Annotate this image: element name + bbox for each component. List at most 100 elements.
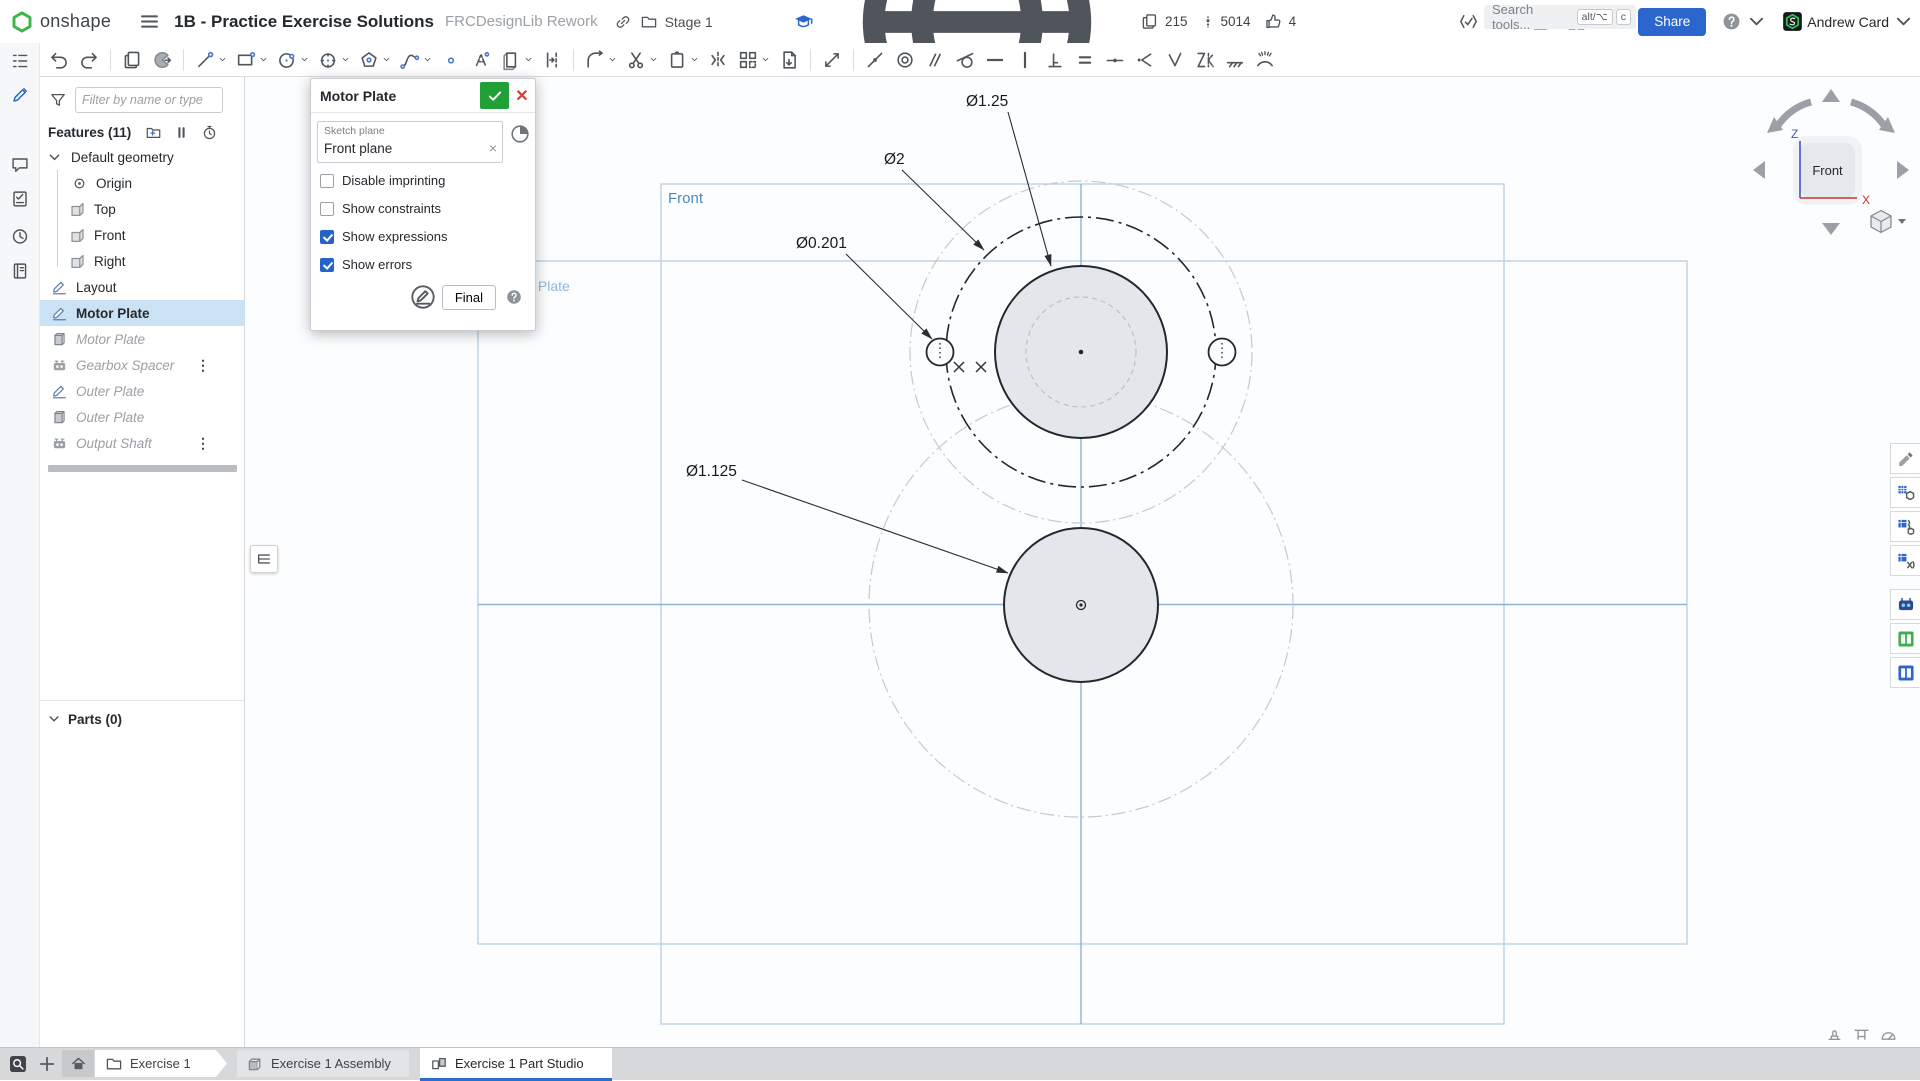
- isometric-view-button[interactable]: [1871, 211, 1906, 233]
- option-row[interactable]: Show constraints: [320, 201, 529, 216]
- perpendicular-constraint[interactable]: [1042, 46, 1068, 74]
- origin-point[interactable]: [1079, 603, 1082, 606]
- feature-row-outer-plate-sketch[interactable]: Outer Plate: [40, 378, 245, 404]
- search-tools-input[interactable]: Search tools... alt/⌥ c: [1484, 5, 1636, 29]
- chevron-down-icon[interactable]: [608, 55, 617, 64]
- bom-table-tab[interactable]: [1890, 477, 1920, 508]
- chevron-down-icon[interactable]: [649, 55, 658, 64]
- curve-pattern-constraint[interactable]: [1192, 46, 1218, 74]
- tab-exercise-1-assembly[interactable]: Exercise 1 Assembly: [237, 1050, 409, 1077]
- tasks-panel-icon[interactable]: [10, 189, 30, 209]
- mirror-tool[interactable]: [705, 46, 731, 74]
- offset-tool[interactable]: [539, 46, 565, 74]
- feature-row-outer-plate-extrude[interactable]: Outer Plate: [40, 404, 245, 430]
- chevron-down-icon[interactable]: [524, 55, 533, 64]
- chevron-down-icon[interactable]: [341, 55, 350, 64]
- text-tool[interactable]: [468, 46, 494, 74]
- checkbox[interactable]: [320, 174, 334, 188]
- checkbox[interactable]: [320, 230, 334, 244]
- horizontal-constraint[interactable]: [982, 46, 1008, 74]
- rotate-left-arrow[interactable]: [1753, 161, 1765, 179]
- notebook-panel-icon[interactable]: [10, 261, 30, 281]
- suppress-icon[interactable]: [173, 124, 190, 141]
- top-center-point[interactable]: [1079, 350, 1084, 355]
- home-tab[interactable]: [62, 1050, 94, 1077]
- fillet-tool[interactable]: [582, 46, 619, 74]
- link-icon[interactable]: [614, 13, 632, 31]
- configurations-tab[interactable]: [1890, 511, 1920, 542]
- cancel-button[interactable]: ✕: [509, 82, 535, 109]
- green-notebook-tab[interactable]: [1890, 623, 1920, 654]
- pierce-constraint[interactable]: [1252, 46, 1278, 74]
- sketch-preview-button[interactable]: [410, 284, 436, 310]
- parts-section-header[interactable]: Parts (0): [40, 706, 245, 732]
- rectangle-tool[interactable]: [233, 46, 270, 74]
- feature-row-default-geometry[interactable]: Default geometry: [40, 144, 245, 170]
- feature-row-top[interactable]: Top: [40, 196, 245, 222]
- flyout-toggle-button[interactable]: [250, 545, 278, 573]
- point-marker-x2[interactable]: [976, 362, 986, 372]
- feature-row-output-shaft[interactable]: Output Shaft ⋮: [40, 430, 245, 456]
- tangent-constraint[interactable]: [952, 46, 978, 74]
- dimension-boss[interactable]: Ø1.25: [966, 93, 1008, 110]
- feature-dots-icon[interactable]: ⋮: [196, 357, 209, 374]
- insert-image-button[interactable]: [149, 46, 175, 74]
- caliper-measure-icon[interactable]: [1852, 1025, 1871, 1044]
- construction-toggle[interactable]: [819, 46, 845, 74]
- redo-button[interactable]: [76, 46, 102, 74]
- feature-row-motor-plate-sketch[interactable]: Motor Plate: [40, 300, 245, 326]
- sketch-plane-field[interactable]: Sketch plane Front plane ×: [317, 121, 503, 163]
- equal-constraint[interactable]: [1072, 46, 1098, 74]
- mass-properties-icon[interactable]: [1825, 1025, 1844, 1044]
- dimension-shaft[interactable]: Ø1.125: [686, 463, 737, 480]
- dimension-hole[interactable]: Ø0.201: [796, 235, 847, 252]
- feature-dots-icon[interactable]: ⋮: [196, 435, 209, 452]
- transform-tool[interactable]: [664, 46, 701, 74]
- insert-panel-icon[interactable]: [10, 85, 30, 105]
- share-button[interactable]: Share: [1638, 8, 1706, 36]
- help-icon[interactable]: [505, 288, 523, 306]
- rotate-ccw-arrow[interactable]: [1777, 102, 1811, 127]
- user-menu[interactable]: Andrew Card: [1782, 11, 1914, 32]
- featurescript-tab[interactable]: [1890, 589, 1920, 620]
- trim-tool[interactable]: [623, 46, 660, 74]
- normal-constraint[interactable]: [1162, 46, 1188, 74]
- feature-row-front[interactable]: Front: [40, 222, 245, 248]
- outline-panel-icon[interactable]: [10, 51, 30, 71]
- checkbox[interactable]: [320, 258, 334, 272]
- view-cube[interactable]: Front Z X: [1743, 83, 1920, 245]
- use-project-tool[interactable]: [498, 46, 535, 74]
- feature-row-gearbox-spacer[interactable]: Gearbox Spacer ⋮: [40, 352, 245, 378]
- likes-stat[interactable]: 4: [1264, 12, 1297, 31]
- feature-row-right[interactable]: Right: [40, 248, 245, 274]
- rollback-bar[interactable]: [48, 465, 237, 472]
- chevron-down-icon[interactable]: [423, 55, 432, 64]
- comments-panel-icon[interactable]: [10, 155, 30, 175]
- spline-tool[interactable]: [397, 46, 434, 74]
- new-tab-button[interactable]: [38, 1055, 56, 1073]
- option-row[interactable]: Show errors: [320, 257, 529, 272]
- tab-exercise-1-part-studio[interactable]: Exercise 1 Part Studio: [420, 1048, 612, 1081]
- clear-selection-icon[interactable]: ×: [489, 140, 497, 156]
- angle-measure-icon[interactable]: [1879, 1025, 1898, 1044]
- line-tool[interactable]: [192, 46, 229, 74]
- rotate-cw-arrow[interactable]: [1851, 102, 1885, 127]
- polygon-tool[interactable]: [356, 46, 393, 74]
- new-folder-icon[interactable]: [145, 124, 162, 141]
- rotate-down-arrow[interactable]: [1822, 223, 1840, 235]
- undo-button[interactable]: [46, 46, 72, 74]
- feature-row-origin[interactable]: Origin: [40, 170, 245, 196]
- document-menu-icon[interactable]: [139, 11, 160, 32]
- education-icon[interactable]: [793, 11, 814, 32]
- circle-tool[interactable]: [274, 46, 311, 74]
- chevron-down-icon[interactable]: [218, 55, 227, 64]
- option-row[interactable]: Show expressions: [320, 229, 529, 244]
- views-stat[interactable]: 5014: [1201, 12, 1251, 31]
- chevron-down-icon[interactable]: [382, 55, 391, 64]
- checkbox[interactable]: [320, 202, 334, 216]
- rotate-right-arrow[interactable]: [1897, 161, 1909, 179]
- rotate-up-arrow[interactable]: [1822, 89, 1840, 102]
- feature-row-layout[interactable]: Layout: [40, 274, 245, 300]
- search-tabs-icon[interactable]: [8, 1054, 28, 1074]
- parallel-constraint[interactable]: [922, 46, 948, 74]
